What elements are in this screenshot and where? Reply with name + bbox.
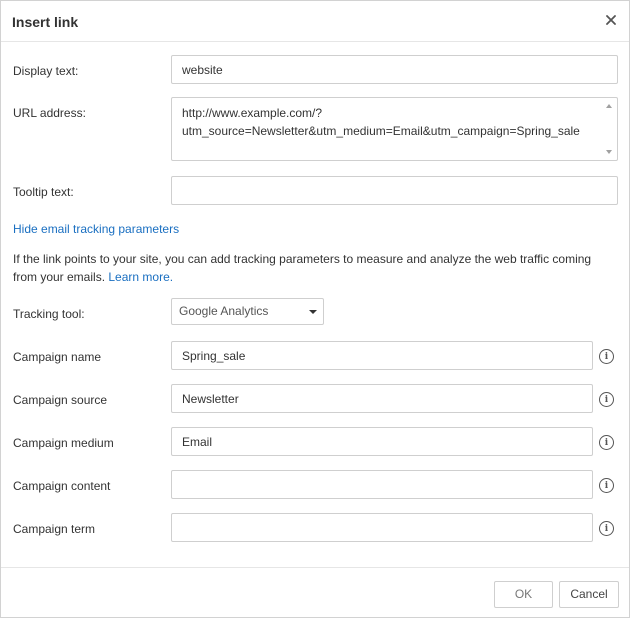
learn-more-link[interactable]: Learn more. (108, 270, 173, 284)
campaign-medium-info-icon[interactable]: i (599, 435, 614, 450)
campaign-name-info-icon[interactable]: i (599, 349, 614, 364)
campaign-content-label: Campaign content (13, 479, 111, 493)
campaign-name-input[interactable] (171, 341, 593, 370)
tracking-description: If the link points to your site, you can… (13, 250, 613, 286)
dialog-header: Insert link (1, 1, 629, 42)
dialog-title: Insert link (12, 14, 79, 30)
scroll-down-arrow-icon[interactable] (606, 150, 612, 154)
campaign-term-input[interactable] (171, 513, 593, 542)
tooltip-text-label: Tooltip text: (13, 185, 74, 199)
campaign-term-label: Campaign term (13, 522, 96, 536)
campaign-medium-input[interactable] (171, 427, 593, 456)
url-address-label: URL address: (13, 106, 86, 120)
campaign-content-info-icon[interactable]: i (599, 478, 614, 493)
campaign-source-input[interactable] (171, 384, 593, 413)
ok-button[interactable]: OK (494, 581, 553, 608)
campaign-medium-label: Campaign medium (13, 436, 114, 450)
tooltip-text-input[interactable] (171, 176, 618, 205)
campaign-source-info-icon[interactable]: i (599, 392, 614, 407)
tracking-tool-label: Tracking tool: (13, 307, 85, 321)
url-address-textarea[interactable]: http://www.example.com/? utm_source=News… (171, 97, 618, 161)
display-text-input[interactable] (171, 55, 618, 84)
close-icon[interactable] (603, 12, 619, 28)
insert-link-dialog: Insert link Display text: URL address: h… (0, 0, 630, 618)
hide-tracking-parameters-link[interactable]: Hide email tracking parameters (13, 222, 179, 236)
url-scrollbar[interactable] (602, 98, 617, 160)
campaign-name-label: Campaign name (13, 350, 102, 364)
tracking-tool-selected: Google Analytics (179, 304, 269, 318)
tracking-description-text: If the link points to your site, you can… (13, 252, 592, 284)
campaign-term-info-icon[interactable]: i (599, 521, 614, 536)
tracking-tool-select[interactable]: Google Analytics (171, 298, 324, 325)
close-icon-glyph (606, 15, 616, 25)
scroll-up-arrow-icon[interactable] (606, 104, 612, 108)
cancel-button[interactable]: Cancel (559, 581, 619, 608)
campaign-source-label: Campaign source (13, 393, 108, 407)
campaign-content-input[interactable] (171, 470, 593, 499)
chevron-down-icon (309, 310, 317, 314)
display-text-label: Display text: (13, 64, 79, 78)
dialog-footer: OK Cancel (1, 567, 629, 617)
